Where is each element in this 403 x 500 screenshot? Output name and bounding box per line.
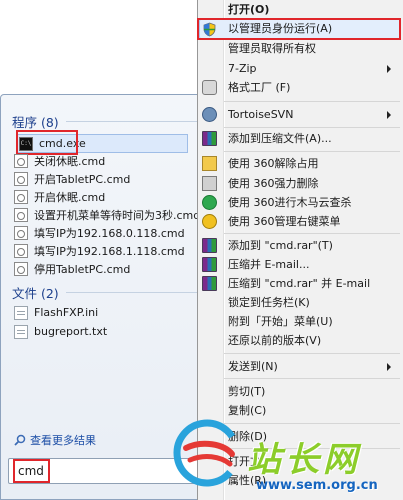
files-group-header: 文件 (2) xyxy=(12,286,59,301)
result-item[interactable]: 关闭休眠.cmd xyxy=(14,152,105,169)
menu-item-360-trojan-scan[interactable]: 使用 360进行木马云查杀 xyxy=(228,196,352,210)
menu-separator xyxy=(224,101,400,102)
menu-item-restore-previous[interactable]: 还原以前的版本(V) xyxy=(228,334,321,348)
result-item[interactable]: FlashFXP.ini xyxy=(14,304,98,321)
winrar-icon xyxy=(202,276,217,291)
text-file-icon xyxy=(14,305,28,320)
menu-separator xyxy=(224,423,400,424)
result-item[interactable]: 开启TabletPC.cmd xyxy=(14,170,130,187)
winrar-icon xyxy=(202,238,217,253)
result-item[interactable]: 设置开机菜单等待时间为3秒.cmd xyxy=(14,206,200,223)
batch-file-icon xyxy=(14,207,28,222)
menu-item-360-force-delete[interactable]: 使用 360强力删除 xyxy=(228,177,319,191)
result-item-label: 填写IP为192.168.1.118.cmd xyxy=(34,244,185,258)
red-highlight-run-as-admin xyxy=(197,18,401,40)
result-item[interactable]: 填写IP为192.168.0.118.cmd xyxy=(14,224,185,241)
submenu-arrow-icon xyxy=(387,363,391,371)
menu-item-360-manage-menu[interactable]: 使用 360管理右键菜单 xyxy=(228,215,341,229)
format-factory-icon xyxy=(202,80,217,95)
tortoisesvn-icon xyxy=(202,107,217,122)
result-item-label: 关闭休眠.cmd xyxy=(34,154,106,168)
submenu-arrow-icon xyxy=(387,65,391,73)
result-item[interactable]: 停用TabletPC.cmd xyxy=(14,260,130,277)
menu-separator xyxy=(224,127,400,128)
see-more-results-label: 查看更多结果 xyxy=(30,434,96,447)
winrar-icon xyxy=(202,131,217,146)
menu-item-copy[interactable]: 复制(C) xyxy=(228,404,266,418)
menu-item-format-factory[interactable]: 格式工厂 (F) xyxy=(228,81,290,95)
360-menu-icon xyxy=(202,214,217,229)
batch-file-icon xyxy=(14,153,28,168)
search-icon xyxy=(14,434,26,446)
menu-item-compress-rar-email[interactable]: 压缩到 "cmd.rar" 并 E-mail xyxy=(228,277,370,291)
menu-item-7zip[interactable]: 7-Zip xyxy=(228,62,257,76)
menu-item-pin-start[interactable]: 附到「开始」菜单(U) xyxy=(228,315,333,329)
watermark-site-name: 站长网 xyxy=(247,440,361,480)
batch-file-icon xyxy=(14,189,28,204)
menu-separator xyxy=(224,353,400,354)
menu-item-compress-email[interactable]: 压缩并 E-mail... xyxy=(228,258,309,272)
menu-item-cut[interactable]: 剪切(T) xyxy=(228,385,265,399)
result-item[interactable]: 开启休眠.cmd xyxy=(14,188,105,205)
menu-item-add-to-rar[interactable]: 添加到 "cmd.rar"(T) xyxy=(228,239,333,253)
360-shield-icon xyxy=(202,195,217,210)
winrar-icon xyxy=(202,257,217,272)
menu-item-360-unlock[interactable]: 使用 360解除占用 xyxy=(228,157,319,171)
shredder-icon xyxy=(202,176,217,191)
menu-item-add-to-archive[interactable]: 添加到压缩文件(A)... xyxy=(228,132,332,146)
menu-item-send-to[interactable]: 发送到(N) xyxy=(228,360,278,374)
result-item-label: 设置开机菜单等待时间为3秒.cmd xyxy=(34,208,201,222)
menu-item-open[interactable]: 打开(O) xyxy=(228,3,269,17)
result-item-label: 开启TabletPC.cmd xyxy=(34,172,131,186)
menu-separator xyxy=(224,378,400,379)
menu-separator xyxy=(224,151,400,152)
text-file-icon xyxy=(14,324,28,339)
result-item[interactable]: 填写IP为192.168.1.118.cmd xyxy=(14,242,185,259)
watermark-url: www.sem.org.cn xyxy=(256,478,378,493)
batch-file-icon xyxy=(14,243,28,258)
batch-file-icon xyxy=(14,171,28,186)
result-item-label: 填写IP为192.168.0.118.cmd xyxy=(34,226,185,240)
site-logo-icon xyxy=(173,419,241,487)
red-highlight-search xyxy=(13,459,50,483)
result-item-label: 停用TabletPC.cmd xyxy=(34,262,131,276)
see-more-results-link[interactable]: 查看更多结果 xyxy=(14,432,96,448)
result-item-label: bugreport.txt xyxy=(34,325,108,338)
menu-item-pin-taskbar[interactable]: 锁定到任务栏(K) xyxy=(228,296,310,310)
unlock-360-icon xyxy=(202,156,217,171)
menu-item-tortoisesvn[interactable]: TortoiseSVN xyxy=(228,108,293,122)
menu-separator xyxy=(224,233,400,234)
result-item-label: FlashFXP.ini xyxy=(34,306,99,319)
result-item-label: 开启休眠.cmd xyxy=(34,190,106,204)
programs-group-header: 程序 (8) xyxy=(12,115,59,130)
menu-item-take-ownership[interactable]: 管理员取得所有权 xyxy=(228,42,316,56)
batch-file-icon xyxy=(14,261,28,276)
result-item[interactable]: bugreport.txt xyxy=(14,323,107,340)
batch-file-icon xyxy=(14,225,28,240)
submenu-arrow-icon xyxy=(387,111,391,119)
